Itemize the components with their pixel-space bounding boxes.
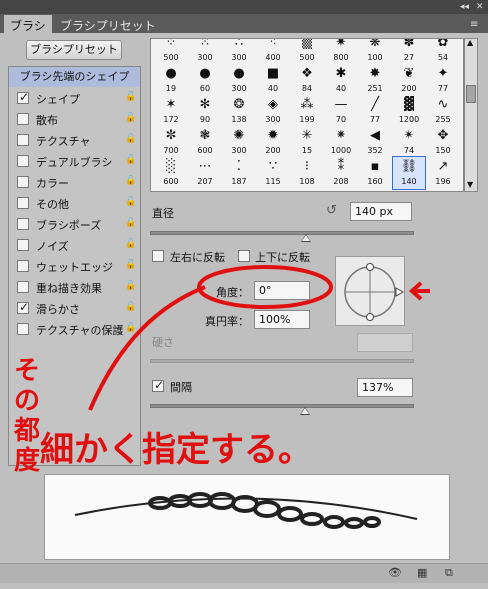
annotation-bottom-text: 細かく指定する。 [40,430,312,470]
grid-icon[interactable]: ▦ [417,566,427,579]
annotation-ellipse [197,265,333,309]
annotation-curve [88,285,206,411]
eye-brush-icon[interactable]: 👁 [388,566,402,579]
panel-bottom-bar: 👁 ▦ ⧉ [0,563,488,583]
new-preset-icon[interactable]: ⧉ [445,566,453,580]
brush-stroke-preview [44,474,450,560]
brush-panel: ◂◂ ✕ ブラシ ブラシプリセット ≡ ブラシプリセット ブラシ先端のシェイプ … [0,0,488,589]
right-pointing-arrow-icon [408,281,430,301]
chain-stroke-icon [74,492,418,529]
